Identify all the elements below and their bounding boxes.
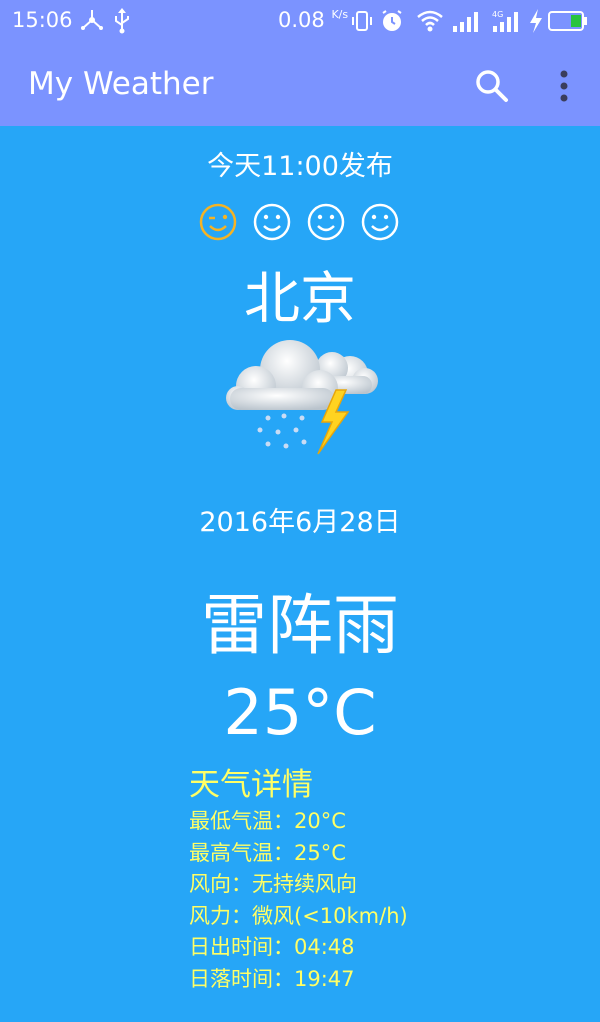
charging-icon (530, 9, 542, 33)
detail-max-temp: 最高气温：25°C (189, 840, 346, 865)
wink-face-icon[interactable] (198, 202, 238, 242)
detail-sunset: 日落时间：19:47 (189, 966, 355, 991)
app-bar: My Weather (0, 42, 600, 126)
app-title: My Weather (28, 66, 214, 102)
status-time: 15:06 (12, 8, 73, 32)
svg-text:4G: 4G (492, 10, 503, 19)
signal-4g-icon: 4G (492, 10, 518, 32)
detail-wind-force: 风力：微风(<10km/h) (189, 903, 408, 928)
net-speed: 0.08 K/s (278, 8, 349, 32)
alarm-icon (382, 10, 402, 31)
detail-min-temp: 最低气温：20°C (189, 809, 346, 833)
more-vert-icon[interactable] (552, 66, 576, 106)
forecast-date: 2016年6月28日 (199, 507, 401, 538)
thunderstorm-icon (226, 340, 378, 455)
detail-sunrise: 日出时间：04:48 (189, 935, 355, 959)
usb-icon (115, 8, 129, 34)
smile-face-icon[interactable] (360, 202, 400, 242)
details-title: 天气详情 (189, 767, 313, 803)
city-name: 北京 (244, 267, 356, 332)
search-icon[interactable] (474, 68, 510, 104)
temperature: 25°C (223, 676, 377, 749)
rating-faces (198, 202, 408, 246)
battery-icon (548, 11, 587, 31)
vibrate-icon (352, 11, 372, 31)
wifi-icon (417, 10, 443, 32)
smile-face-icon[interactable] (306, 202, 346, 242)
usb-share-icon (81, 10, 103, 30)
publish-time: 今天11:00发布 (207, 151, 393, 182)
weather-details: 天气详情 最低气温：20°C 最高气温：25°C 风向：无持续风向 风力：微风(… (189, 764, 408, 995)
weather-condition: 雷阵雨 (201, 587, 399, 664)
smile-face-icon[interactable] (252, 202, 292, 242)
detail-wind-direction: 风向：无持续风向 (189, 872, 357, 896)
signal-icon (453, 12, 478, 32)
status-bar: 15:06 0.08 K/s 4G (0, 0, 600, 42)
